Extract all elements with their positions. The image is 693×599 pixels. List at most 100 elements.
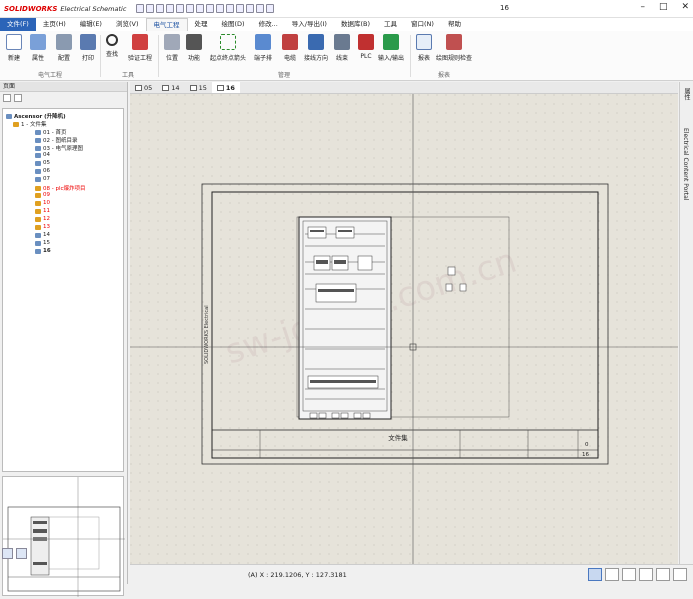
page-item[interactable]: 04 bbox=[35, 152, 50, 158]
copy-icon[interactable] bbox=[206, 4, 215, 13]
redo-icon[interactable] bbox=[186, 4, 195, 13]
page-item[interactable]: 05 bbox=[35, 160, 50, 166]
folder-node[interactable]: 1 - 文件集 bbox=[13, 120, 46, 128]
properties-button[interactable]: 属性 bbox=[30, 34, 46, 62]
report-button[interactable]: 报表 bbox=[416, 34, 432, 62]
preview-drawing bbox=[3, 477, 125, 597]
new-doc-icon bbox=[6, 34, 22, 50]
drawing-canvas[interactable]: sw-joysun.com.cn bbox=[130, 94, 678, 564]
wiring-direction-button[interactable]: 接线方向 bbox=[304, 34, 328, 62]
tab-15[interactable]: 15 bbox=[185, 82, 212, 93]
page-icon bbox=[35, 200, 41, 206]
menu-home[interactable]: 主页(H) bbox=[36, 18, 73, 31]
new-icon[interactable] bbox=[136, 4, 145, 13]
page-icon bbox=[35, 232, 41, 238]
origin-destination-arrows-button[interactable]: 起点终点箭头 bbox=[210, 34, 246, 62]
new-button[interactable]: 新建 bbox=[6, 34, 22, 62]
page-item[interactable]: 03 - 电气原理图 bbox=[35, 144, 83, 152]
document-tabs: 05 14 15 16 bbox=[130, 82, 678, 94]
verify-icon bbox=[132, 34, 148, 50]
undo-icon[interactable] bbox=[176, 4, 185, 13]
menu-tools[interactable]: 工具 bbox=[377, 18, 404, 31]
sheet-count: 0 bbox=[585, 442, 589, 448]
terminal-strip-icon bbox=[255, 34, 271, 50]
paste-icon[interactable] bbox=[216, 4, 225, 13]
tab-05[interactable]: 05 bbox=[130, 82, 157, 93]
tree-view-icon[interactable] bbox=[3, 94, 11, 102]
menu-edit[interactable]: 编辑(E) bbox=[73, 18, 109, 31]
tab-16[interactable]: 16 bbox=[211, 82, 240, 93]
group-electrical-label: 电气工程 bbox=[38, 72, 63, 79]
page-item[interactable]: 10 bbox=[35, 200, 50, 206]
page-item[interactable]: 01 - 首页 bbox=[35, 128, 66, 136]
window-title: 16 bbox=[500, 4, 509, 12]
menu-import-export[interactable]: 导入/导出(I) bbox=[285, 18, 334, 31]
app-logo: SOLIDWORKS bbox=[4, 4, 58, 13]
grid-toggle-icon[interactable] bbox=[588, 568, 602, 581]
project-node[interactable]: Ascensor (升降机) bbox=[6, 112, 66, 120]
page-item-selected[interactable]: 16 bbox=[35, 248, 51, 254]
osnap-toggle-icon[interactable] bbox=[656, 568, 670, 581]
zoom-fit-icon[interactable] bbox=[246, 4, 255, 13]
ortho-toggle-icon[interactable] bbox=[622, 568, 636, 581]
menu-file[interactable]: 文件(F) bbox=[0, 18, 36, 31]
page-item[interactable]: 15 bbox=[35, 240, 50, 246]
close-icon[interactable]: ✕ bbox=[681, 2, 689, 12]
menu-electrical[interactable]: 电气工程 bbox=[145, 18, 188, 31]
pane-title: 页面 bbox=[0, 82, 127, 92]
cut-icon[interactable] bbox=[196, 4, 205, 13]
menu-window[interactable]: 窗口(N) bbox=[404, 18, 441, 31]
terminal-strip-button[interactable]: 端子排 bbox=[254, 34, 272, 62]
menu-view[interactable]: 浏览(V) bbox=[109, 18, 146, 31]
input-output-button[interactable]: 输入/输出 bbox=[378, 34, 404, 62]
print-icon[interactable] bbox=[166, 4, 175, 13]
page-item[interactable]: 13 bbox=[35, 224, 50, 230]
page-item[interactable]: 11 bbox=[35, 208, 50, 214]
verify-project-button[interactable]: 验证工程 bbox=[128, 34, 152, 62]
settings-icon[interactable] bbox=[266, 4, 275, 13]
page-item[interactable]: 08 - plc爆炸项目 bbox=[35, 184, 86, 192]
cable-button[interactable]: 电缆 bbox=[282, 34, 298, 62]
page-item[interactable]: 14 bbox=[35, 232, 50, 238]
minimize-icon[interactable]: – bbox=[640, 2, 645, 12]
page-item[interactable]: 06 bbox=[35, 168, 50, 174]
configure-button[interactable]: 配置 bbox=[56, 34, 72, 62]
location-button[interactable]: 位置 bbox=[164, 34, 180, 62]
function-button[interactable]: 功能 bbox=[186, 34, 202, 62]
page-item[interactable]: 07 bbox=[35, 176, 50, 182]
page-item[interactable]: 02 - 图纸目录 bbox=[35, 136, 77, 144]
tab-14[interactable]: 14 bbox=[157, 82, 184, 93]
open-icon[interactable] bbox=[146, 4, 155, 13]
save-icon[interactable] bbox=[156, 4, 165, 13]
menu-database[interactable]: 数据库(B) bbox=[334, 18, 377, 31]
thumbnail-view-icon[interactable] bbox=[14, 94, 22, 102]
page-item[interactable]: 09 bbox=[35, 192, 50, 198]
page-icon bbox=[35, 168, 41, 174]
maximize-icon[interactable]: □ bbox=[659, 2, 668, 12]
drawing-rules-check-button[interactable]: 绘图规则检查 bbox=[436, 34, 472, 62]
page-icon bbox=[35, 129, 41, 135]
find-button[interactable]: 查找 bbox=[106, 34, 118, 58]
menu-modify[interactable]: 修改... bbox=[252, 18, 285, 31]
model-toggle-icon[interactable] bbox=[673, 568, 687, 581]
zoom-in-icon[interactable] bbox=[226, 4, 235, 13]
snap-toggle-icon[interactable] bbox=[605, 568, 619, 581]
page-item[interactable]: 12 bbox=[35, 216, 50, 222]
side-label: SOLIDWORKS Electrical bbox=[204, 305, 210, 364]
lineweight-toggle-icon[interactable] bbox=[639, 568, 653, 581]
content-portal-side-tab[interactable]: Electrical Content Portal bbox=[682, 128, 689, 201]
print-button[interactable]: 打印 bbox=[80, 34, 96, 62]
page-icon bbox=[216, 84, 224, 91]
menu-help[interactable]: 帮助 bbox=[441, 18, 468, 31]
report-icon bbox=[416, 34, 432, 50]
menu-draw[interactable]: 绘图(D) bbox=[215, 18, 252, 31]
plc-button[interactable]: PLC bbox=[358, 34, 374, 60]
document-icon[interactable] bbox=[2, 548, 13, 559]
pane-toolbar bbox=[0, 92, 127, 106]
menu-process[interactable]: 处理 bbox=[188, 18, 215, 31]
zoom-out-icon[interactable] bbox=[236, 4, 245, 13]
refresh-icon[interactable] bbox=[16, 548, 27, 559]
search-icon[interactable] bbox=[256, 4, 265, 13]
harness-button[interactable]: 线束 bbox=[334, 34, 350, 62]
properties-side-tab[interactable]: 属性 bbox=[682, 88, 691, 100]
